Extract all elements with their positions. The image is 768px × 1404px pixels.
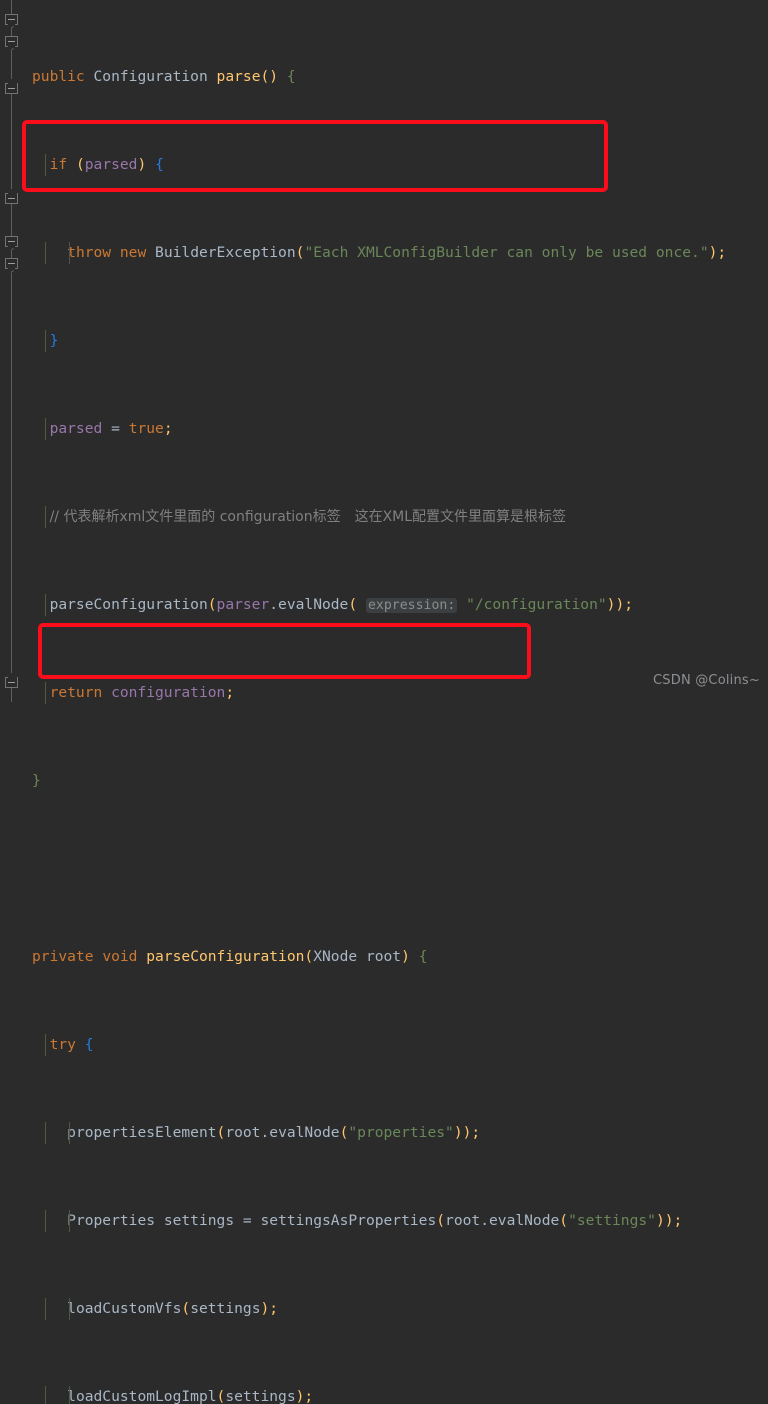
- code-line[interactable]: private void parseConfiguration(XNode ro…: [24, 946, 768, 968]
- string-properties: "properties": [348, 1124, 454, 1141]
- var-settings: settings: [163, 1212, 235, 1229]
- code-line[interactable]: loadCustomLogImpl(settings);: [24, 1386, 768, 1404]
- type-xnode: XNode: [313, 948, 358, 965]
- method-parse: parse: [216, 68, 261, 85]
- call-eval-node: evalNode: [269, 1124, 340, 1141]
- fold-marker-parse-method[interactable]: [4, 14, 19, 29]
- param-root: root: [365, 948, 402, 965]
- code-line-blank[interactable]: [24, 858, 768, 880]
- code-content[interactable]: public Configuration parse() { if (parse…: [24, 0, 768, 1404]
- fold-marker-if-block[interactable]: [4, 36, 19, 51]
- keyword-new: new: [119, 244, 147, 261]
- keyword-throw: throw: [67, 244, 112, 261]
- keyword-private: private: [32, 948, 94, 965]
- inlay-hint-expression[interactable]: expression:: [365, 598, 458, 613]
- field-parser: parser: [216, 596, 270, 613]
- string-settings: "settings": [568, 1212, 656, 1229]
- editor-gutter[interactable]: [0, 0, 24, 702]
- fold-marker-try-block-end[interactable]: [4, 673, 19, 692]
- string-once-message: "Each XMLConfigBuilder can only be used …: [304, 244, 709, 261]
- call-settings-as-properties: settingsAsProperties: [260, 1212, 437, 1229]
- field-parsed: parsed: [84, 156, 138, 173]
- fold-guide-line: [11, 0, 12, 702]
- keyword-public: public: [32, 68, 85, 85]
- call-eval-node: evalNode: [489, 1212, 560, 1229]
- fold-marker-if-block-end[interactable]: [4, 79, 19, 98]
- code-line-comment[interactable]: // 代表解析xml文件里面的 configuration标签 这在XML配置文…: [24, 506, 768, 528]
- field-configuration: configuration: [111, 684, 226, 701]
- call-eval-node: evalNode: [278, 596, 349, 613]
- code-line[interactable]: throw new BuilderException("Each XMLConf…: [24, 242, 768, 264]
- field-parsed: parsed: [49, 420, 103, 437]
- watermark: CSDN @Colins~: [653, 673, 760, 688]
- type-builder-exception: BuilderException: [155, 244, 296, 261]
- code-line[interactable]: Properties settings = settingsAsProperti…: [24, 1210, 768, 1232]
- code-line[interactable]: }: [24, 330, 768, 352]
- code-line[interactable]: public Configuration parse() {: [24, 66, 768, 88]
- keyword-try: try: [49, 1036, 76, 1053]
- keyword-true: true: [128, 420, 164, 437]
- var-settings: settings: [190, 1300, 261, 1317]
- call-load-custom-vfs: loadCustomVfs: [67, 1300, 182, 1317]
- code-line[interactable]: try {: [24, 1034, 768, 1056]
- fold-marker-parse-method-end[interactable]: [4, 189, 19, 208]
- code-editor[interactable]: public Configuration parse() { if (parse…: [0, 0, 768, 1404]
- keyword-void: void: [102, 948, 138, 965]
- call-properties-element: propertiesElement: [67, 1124, 217, 1141]
- keyword-if: if: [49, 156, 68, 173]
- code-line[interactable]: loadCustomVfs(settings);: [24, 1298, 768, 1320]
- call-parse-configuration: parseConfiguration: [49, 596, 208, 613]
- fold-marker-try-block[interactable]: [4, 258, 19, 273]
- keyword-return: return: [49, 684, 103, 701]
- type-properties: Properties: [67, 1212, 156, 1229]
- var-root: root: [445, 1212, 481, 1229]
- code-line[interactable]: }: [24, 770, 768, 792]
- code-line[interactable]: parsed = true;: [24, 418, 768, 440]
- var-settings: settings: [225, 1388, 296, 1404]
- code-line[interactable]: if (parsed) {: [24, 154, 768, 176]
- code-line[interactable]: propertiesElement(root.evalNode("propert…: [24, 1122, 768, 1144]
- type-configuration: Configuration: [93, 68, 208, 85]
- method-parse-configuration: parseConfiguration: [146, 948, 305, 965]
- code-line[interactable]: parseConfiguration(parser.evalNode( expr…: [24, 594, 768, 616]
- call-load-custom-log-impl: loadCustomLogImpl: [67, 1388, 217, 1404]
- comment-configuration-tag: // 代表解析xml文件里面的 configuration标签 这在XML配置文…: [49, 509, 567, 525]
- var-root: root: [225, 1124, 261, 1141]
- string-configuration-path: "/configuration": [466, 596, 607, 613]
- fold-marker-parse-configuration[interactable]: [4, 236, 19, 251]
